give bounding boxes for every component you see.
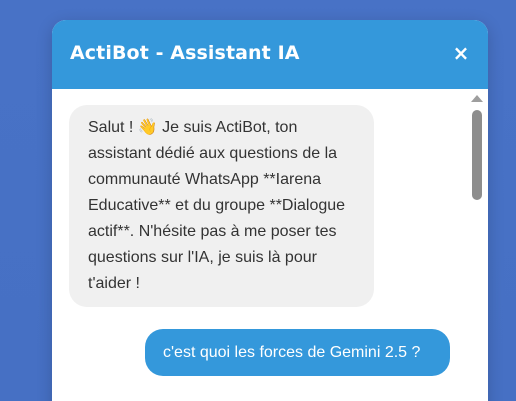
close-icon[interactable]: ×	[450, 40, 472, 66]
chat-header: ActiBot - Assistant IA ×	[52, 20, 488, 89]
user-message: c'est quoi les forces de Gemini 2.5 ?	[145, 329, 450, 376]
chat-title: ActiBot - Assistant IA	[70, 42, 300, 64]
chat-messages[interactable]: Salut ! 👋 Je suis ActiBot, ton assistant…	[52, 89, 488, 401]
scrollbar[interactable]	[466, 89, 488, 401]
chat-window: ActiBot - Assistant IA × Salut ! 👋 Je su…	[52, 20, 488, 401]
scrollbar-thumb[interactable]	[472, 110, 482, 200]
scroll-up-arrow-icon[interactable]	[471, 95, 483, 102]
bot-message: Salut ! 👋 Je suis ActiBot, ton assistant…	[69, 105, 374, 307]
